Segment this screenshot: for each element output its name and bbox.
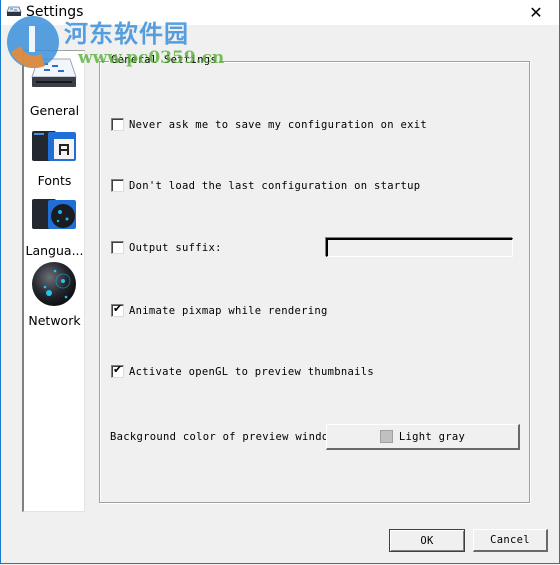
title-bar[interactable]: Settings ✕ xyxy=(1,0,559,25)
output-suffix-input[interactable] xyxy=(326,238,513,257)
option-animate-pixmap[interactable]: ✔ Animate pixmap while rendering xyxy=(111,302,328,317)
sidebar-item-general[interactable]: General xyxy=(24,51,85,119)
option-output-suffix[interactable]: Output suffix: xyxy=(111,241,222,254)
sidebar-item-label: Network xyxy=(28,313,81,328)
option-label: Activate openGL to preview thumbnails xyxy=(129,365,374,378)
group-title: General Settings xyxy=(109,54,219,66)
language-icon xyxy=(32,199,76,229)
ok-label: OK xyxy=(420,534,434,547)
cancel-button[interactable]: Cancel xyxy=(473,529,548,552)
checkbox[interactable] xyxy=(111,118,124,131)
sidebar-item-fonts[interactable]: Fonts xyxy=(24,121,85,189)
check-icon: ✔ xyxy=(113,302,123,315)
close-icon: ✕ xyxy=(529,3,543,22)
option-label: Don't load the last configuration on sta… xyxy=(129,179,421,192)
color-name: Light gray xyxy=(398,430,466,443)
fonts-icon xyxy=(32,131,76,161)
close-button[interactable]: ✕ xyxy=(513,0,559,25)
network-globe-icon xyxy=(32,262,76,306)
option-label: Never ask me to save my configuration on… xyxy=(129,118,427,131)
option-label: Animate pixmap while rendering xyxy=(129,304,328,317)
sidebar-item-network[interactable]: Network xyxy=(24,259,85,329)
option-label: Output suffix: xyxy=(129,241,222,254)
sidebar-item-label: General xyxy=(29,103,80,118)
checkbox[interactable]: ✔ xyxy=(111,302,124,317)
cancel-label: Cancel xyxy=(490,534,530,546)
ok-button[interactable]: OK xyxy=(389,529,465,552)
sidebar-item-label: Langua... xyxy=(25,243,84,258)
option-dont-load-last-config[interactable]: Don't load the last configuration on sta… xyxy=(111,179,420,192)
option-never-ask-save[interactable]: Never ask me to save my configuration on… xyxy=(111,118,427,131)
category-list[interactable]: General Fonts Langua... Network xyxy=(22,50,85,512)
settings-drive-icon xyxy=(6,6,22,16)
general-drive-icon xyxy=(31,58,77,87)
check-icon: ✔ xyxy=(113,363,123,376)
background-color-button[interactable]: Light gray xyxy=(326,424,520,450)
sidebar-item-label: Fonts xyxy=(37,173,72,188)
checkbox[interactable]: ✔ xyxy=(111,363,124,378)
window-title: Settings xyxy=(26,4,84,20)
color-swatch xyxy=(379,430,393,443)
settings-window: Settings ✕ General Fonts Langua... Netwo… xyxy=(0,0,560,564)
background-color-label: Background color of preview window: xyxy=(110,431,342,443)
option-activate-opengl[interactable]: ✔ Activate openGL to preview thumbnails xyxy=(111,363,374,378)
checkbox[interactable] xyxy=(111,179,124,192)
sidebar-item-language[interactable]: Langua... xyxy=(24,191,85,259)
checkbox[interactable] xyxy=(111,241,124,254)
